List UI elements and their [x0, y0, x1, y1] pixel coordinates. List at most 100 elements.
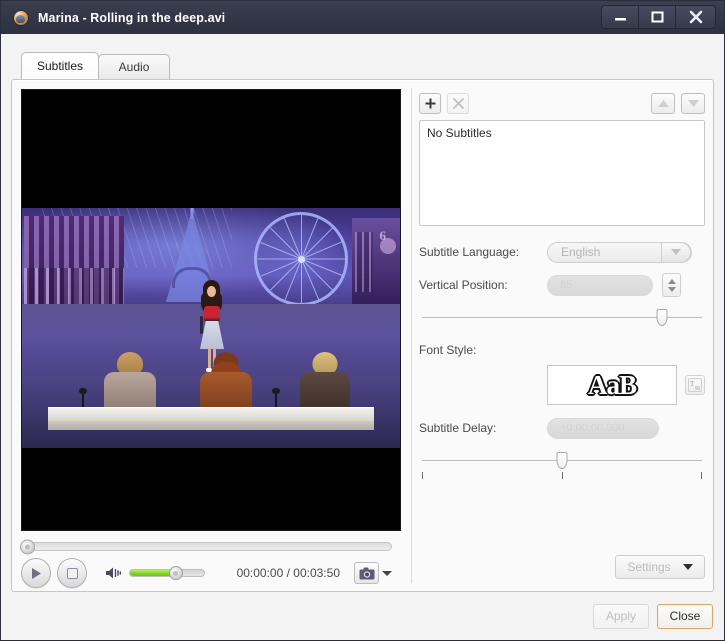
chevron-down-icon [671, 249, 681, 255]
dialog-footer: Apply Close [1, 592, 724, 640]
title-bar: Marina - Rolling in the deep.avi [1, 1, 724, 34]
colosseum-graphic [24, 216, 124, 304]
vertical-position-value: 85 [560, 279, 573, 291]
close-button-label: Close [669, 609, 701, 623]
minimize-button[interactable] [601, 5, 638, 29]
subtitle-language-select[interactable]: English [547, 241, 692, 263]
desk-mic-1 [79, 388, 87, 408]
subtitle-delay-slider[interactable] [419, 450, 705, 472]
snapshot-button[interactable] [354, 562, 379, 585]
window-title: Marina - Rolling in the deep.avi [38, 10, 226, 25]
font-style-preview-box[interactable]: AaB [547, 365, 677, 405]
video-frame: 6 [22, 208, 400, 448]
snapshot-menu-caret-icon[interactable] [382, 570, 392, 576]
font-style-sample-text: AaB [587, 368, 639, 401]
chevron-down-icon [682, 564, 693, 570]
font-picker-button[interactable]: T [685, 375, 705, 395]
move-subtitle-up-button[interactable] [651, 93, 675, 114]
subtitle-delay-slider-thumb[interactable] [556, 452, 568, 469]
channel-logo: 6 [379, 228, 387, 243]
tab-subtitles-label: Subtitles [37, 59, 84, 73]
add-subtitle-button[interactable] [419, 93, 441, 114]
close-button[interactable] [675, 5, 716, 29]
move-subtitle-down-button[interactable] [681, 93, 705, 114]
subtitle-language-caret[interactable] [661, 241, 691, 263]
volume-slider[interactable] [129, 566, 205, 581]
stop-button[interactable] [57, 558, 87, 589]
apply-button[interactable]: Apply [593, 603, 649, 629]
ferris-wheel-graphic [254, 212, 348, 306]
maximize-button[interactable] [638, 5, 675, 29]
subtitle-delay-ticks [419, 472, 705, 481]
vertical-position-stepper[interactable] [662, 273, 681, 297]
subtitle-settings-window: Marina - Rolling in the deep.avi Subtitl [0, 0, 725, 641]
seek-slider[interactable] [20, 539, 392, 555]
list-item[interactable]: No Subtitles [427, 126, 697, 140]
camera-icon [359, 567, 374, 580]
volume-thumb[interactable] [168, 566, 183, 581]
subtitle-delay-row: Subtitle Delay: +0:00:00.000 [419, 415, 705, 441]
subtitle-language-row: Subtitle Language: English [419, 236, 705, 268]
subtitle-delay-value: +0:00:00.000 [560, 422, 625, 434]
cross-icon [452, 98, 464, 109]
settings-button[interactable]: Settings [615, 555, 705, 579]
arrow-down-icon [687, 100, 699, 107]
tab-subtitles[interactable]: Subtitles [21, 52, 100, 79]
vertical-position-slider-thumb[interactable] [656, 309, 668, 326]
judges-desk-front [48, 421, 374, 430]
tab-content-panel: 6 00:00:00 / 00:03:50 No Subtitles Subti… [11, 79, 714, 592]
remove-subtitle-button[interactable] [447, 93, 469, 114]
pane-divider [411, 88, 412, 583]
tab-audio[interactable]: Audio [98, 54, 171, 79]
subtitle-list[interactable]: No Subtitles [419, 120, 705, 226]
seek-thumb[interactable] [20, 539, 35, 555]
font-picker-icon: T [688, 378, 702, 392]
maximize-icon [651, 11, 663, 23]
vertical-position-label: Vertical Position: [419, 278, 508, 292]
plus-icon [425, 98, 435, 109]
tab-audio-label: Audio [118, 60, 150, 74]
subtitle-settings-pane: No Subtitles Subtitle Language: English … [402, 80, 713, 591]
font-style-preview-row: AaB T [419, 365, 705, 405]
cathedral-graphic [352, 218, 400, 304]
font-style-row: Font Style: [419, 339, 705, 361]
subtitle-language-label: Subtitle Language: [419, 245, 520, 259]
stepper-up-icon[interactable] [667, 278, 676, 284]
stepper-down-icon[interactable] [667, 286, 676, 292]
time-display: 00:00:00 / 00:03:50 [236, 566, 340, 581]
settings-row: Settings [419, 555, 705, 591]
play-icon [32, 567, 41, 579]
seek-bar-row [20, 531, 402, 556]
judge-figure-2 [200, 352, 252, 410]
font-style-label: Font Style: [419, 343, 477, 357]
stop-icon [66, 567, 78, 579]
subtitle-delay-field[interactable]: +0:00:00.000 [547, 417, 659, 439]
subtitle-delay-label: Subtitle Delay: [419, 421, 497, 435]
transport-controls: 00:00:00 / 00:03:50 [21, 556, 402, 591]
speaker-icon [106, 567, 121, 579]
subtitle-list-toolbar [419, 93, 705, 114]
apply-button-label: Apply [605, 609, 637, 623]
snapshot-group [354, 562, 392, 585]
preview-pane: 6 00:00:00 / 00:03:50 [12, 80, 402, 591]
vertical-position-field[interactable]: 85 [547, 274, 653, 296]
subtitle-language-value: English [561, 245, 601, 259]
judge-figure-3 [300, 352, 350, 410]
app-icon [13, 9, 29, 26]
judges-desk-top [48, 407, 374, 422]
volume-button[interactable] [105, 564, 123, 582]
tab-strip: Subtitles Audio [1, 52, 724, 79]
vertical-position-row: Vertical Position: 85 [419, 272, 705, 298]
close-icon [689, 10, 702, 24]
vertical-position-slider[interactable] [419, 307, 705, 329]
svg-text:T: T [690, 380, 695, 388]
video-preview[interactable]: 6 [21, 89, 401, 531]
minimize-icon [614, 17, 626, 20]
judge-figure-1 [104, 352, 156, 410]
arrow-up-icon [657, 100, 669, 107]
close-dialog-button[interactable]: Close [657, 603, 713, 629]
settings-button-label: Settings [627, 560, 671, 574]
desk-mic-2 [272, 388, 280, 408]
window-controls [601, 5, 716, 29]
play-button[interactable] [21, 558, 51, 589]
